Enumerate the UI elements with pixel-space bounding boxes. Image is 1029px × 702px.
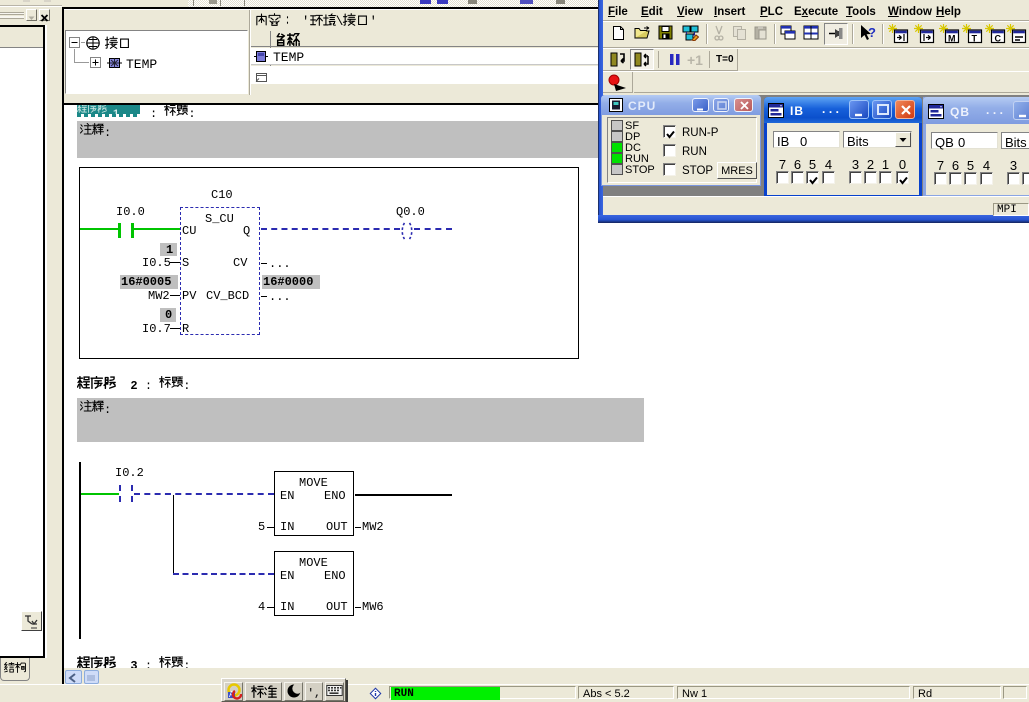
svg-text:T: T bbox=[972, 34, 978, 44]
svg-text:C: C bbox=[995, 34, 1002, 44]
svg-text:?: ? bbox=[868, 25, 876, 40]
svg-text:M: M bbox=[948, 34, 956, 44]
